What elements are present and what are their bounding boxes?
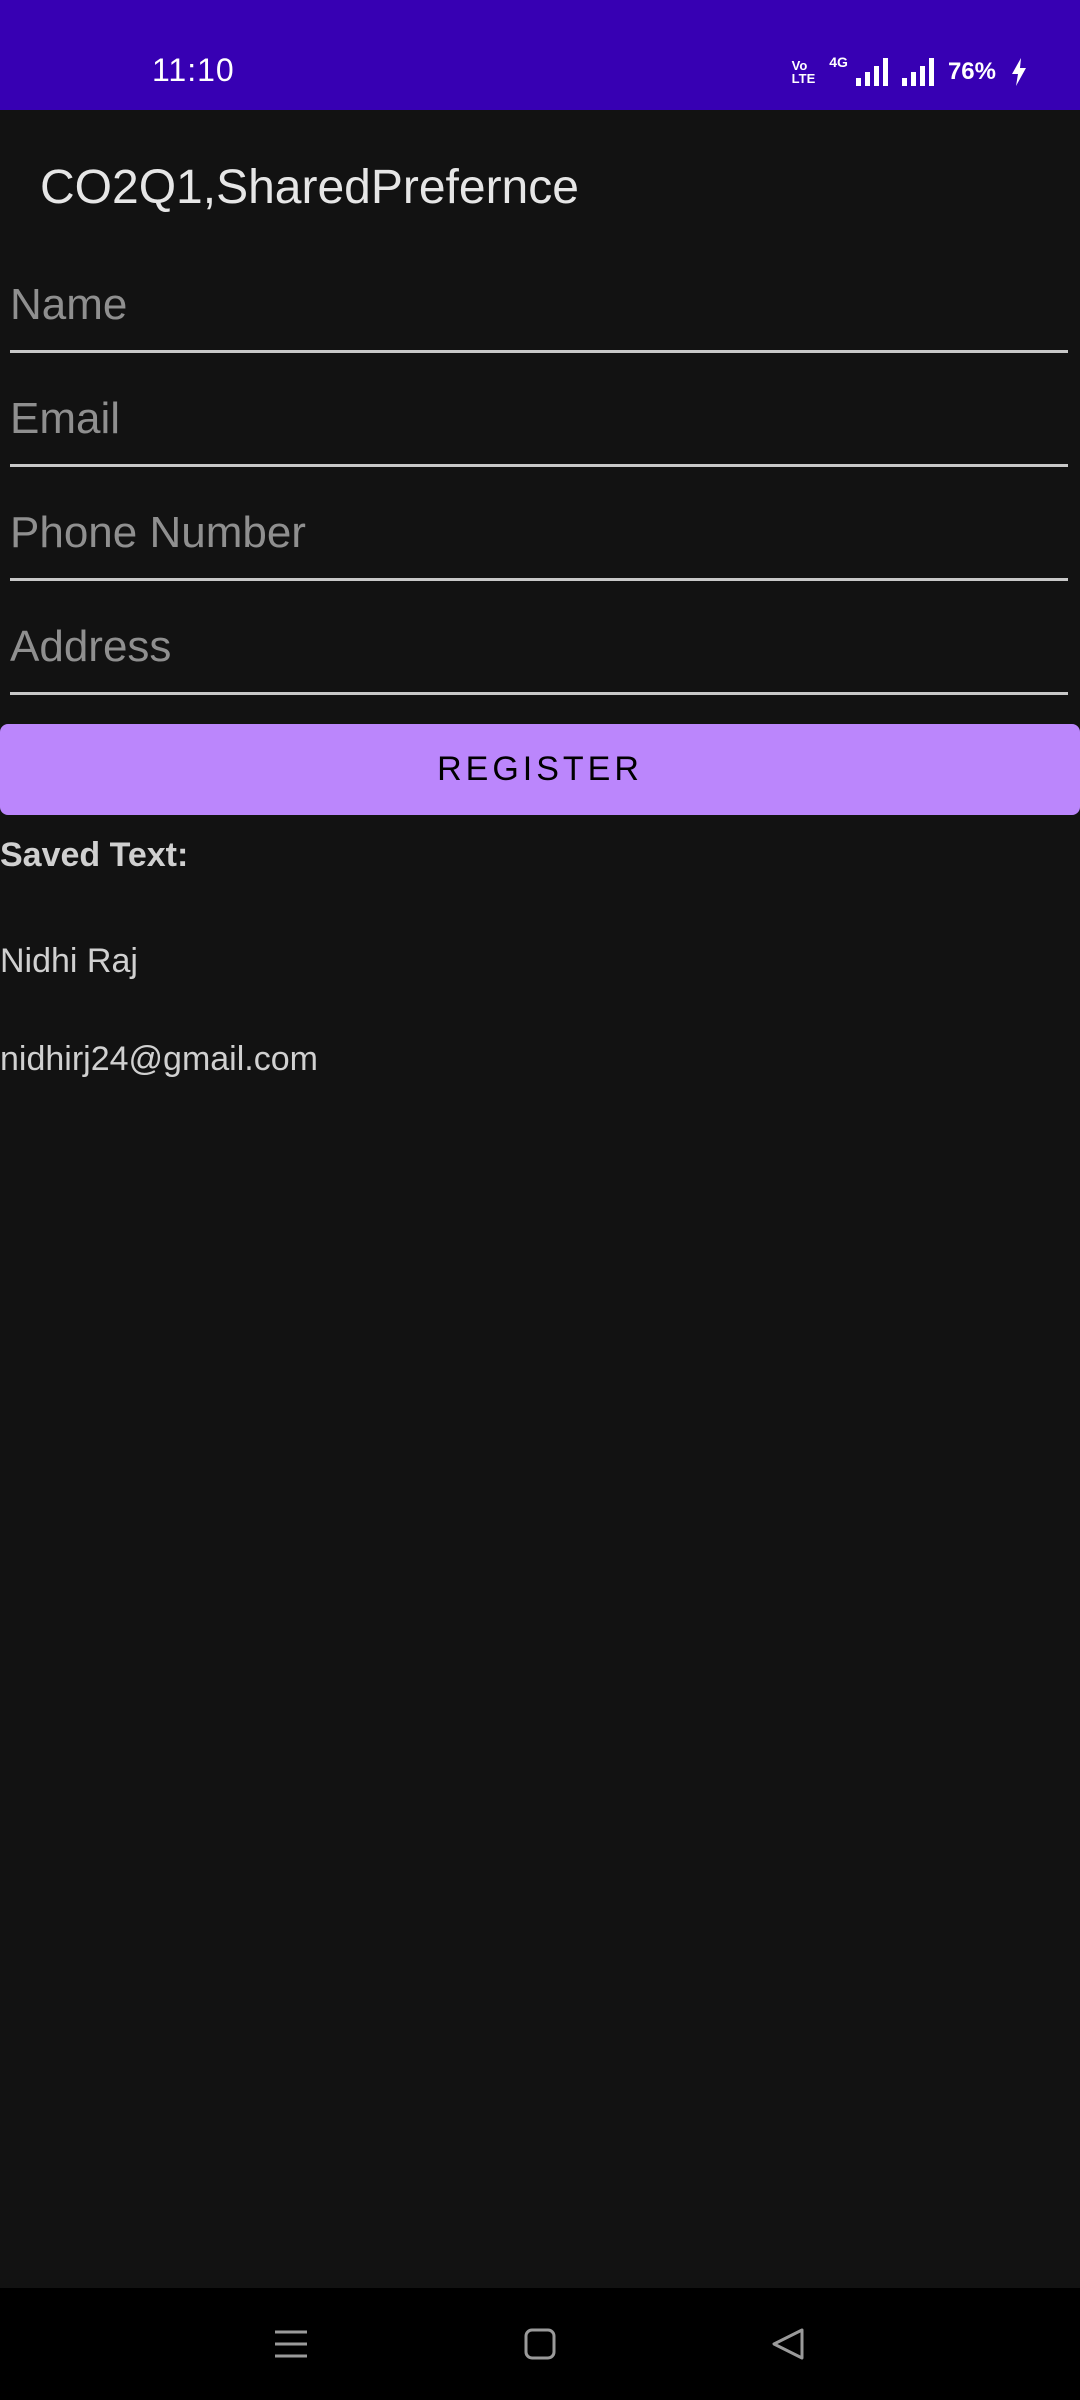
phone-input[interactable] bbox=[10, 498, 1068, 578]
saved-name-value: Nidhi Raj bbox=[0, 942, 138, 980]
app-bar: CO2Q1,SharedPrefernce bbox=[0, 110, 1080, 260]
charging-icon bbox=[1012, 58, 1026, 86]
status-bar: 11:10 Vo LTE 4G 76% bbox=[0, 0, 1080, 110]
address-field[interactable] bbox=[10, 612, 1068, 695]
back-button[interactable] bbox=[758, 2314, 818, 2374]
address-input[interactable] bbox=[10, 612, 1068, 692]
email-input[interactable] bbox=[10, 384, 1068, 464]
home-button[interactable] bbox=[510, 2314, 570, 2374]
battery-level: 76% bbox=[947, 58, 996, 85]
phone-field[interactable] bbox=[10, 498, 1068, 581]
recents-button[interactable] bbox=[261, 2314, 321, 2374]
email-field[interactable] bbox=[10, 384, 1068, 467]
saved-text-label: Saved Text: bbox=[0, 836, 189, 874]
recents-icon bbox=[275, 2330, 307, 2358]
home-icon bbox=[524, 2328, 556, 2360]
network-type: 4G bbox=[829, 54, 848, 70]
status-icons: Vo LTE 4G 76% bbox=[792, 52, 1028, 92]
page-title: CO2Q1,SharedPrefernce bbox=[40, 161, 579, 214]
name-input[interactable] bbox=[10, 270, 1068, 350]
volte-icon: Vo LTE bbox=[791, 58, 816, 86]
status-time: 11:10 bbox=[152, 52, 235, 88]
navigation-bar bbox=[0, 2288, 1080, 2400]
back-icon bbox=[772, 2328, 804, 2360]
signal-icon bbox=[901, 58, 934, 86]
register-button[interactable]: REGISTER bbox=[0, 724, 1080, 815]
saved-email-value: nidhirj24@gmail.com bbox=[0, 1040, 318, 1078]
signal-icon bbox=[855, 58, 888, 86]
name-field[interactable] bbox=[10, 270, 1068, 353]
